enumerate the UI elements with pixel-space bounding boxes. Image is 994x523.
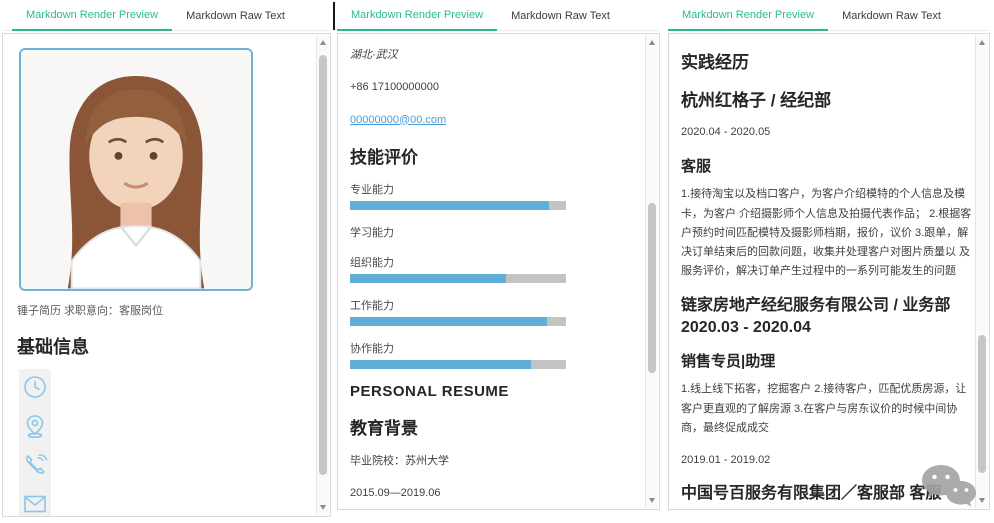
job2-period: 2020.03 - 2020.04 (681, 319, 811, 336)
skill-bar (350, 274, 566, 283)
scrollbar-thumb[interactable] (319, 55, 327, 475)
left-scrollbar[interactable] (316, 35, 329, 515)
practice-title: 实践经历 (681, 48, 972, 73)
skill-bar (350, 201, 566, 210)
middle-content-box: 湖北·武汉 +86 17100000000 00000000@00.com 技能… (337, 33, 660, 510)
basic-info-icon-strip (19, 369, 51, 517)
tab-markdown-raw-text[interactable]: Markdown Raw Text (172, 2, 299, 30)
tab-markdown-raw-text[interactable]: Markdown Raw Text (497, 2, 624, 30)
tab-markdown-render-preview[interactable]: Markdown Render Preview (668, 1, 828, 31)
job3-period: 2019.01 - 2019.02 (681, 451, 972, 470)
skill-bar (350, 360, 566, 369)
job2-role-heading: 销售专员|助理 (681, 350, 972, 371)
job3-company-heading: 中国号百服务有限集团／客服部 客服 (681, 483, 972, 505)
personal-resume-heading: PERSONAL RESUME (350, 383, 642, 400)
skill-row: 专业能力 (350, 181, 642, 210)
right-scrollbar[interactable] (975, 35, 988, 508)
skill-label: 学习能力 (350, 224, 642, 240)
clock-icon (22, 374, 48, 400)
panel-divider (333, 2, 335, 30)
phone-text: +86 17100000000 (350, 78, 642, 97)
job1-company-heading: 杭州红格子 / 经纪部 (681, 86, 972, 111)
basic-info-title: 基础信息 (17, 333, 313, 359)
skill-label: 工作能力 (350, 297, 642, 313)
skill-bar-fill (350, 274, 506, 283)
profile-photo (19, 48, 253, 291)
tab-markdown-raw-text[interactable]: Markdown Raw Text (828, 2, 955, 30)
skill-bar-fill (350, 317, 547, 326)
scroll-up-arrow-icon[interactable] (320, 40, 326, 45)
scrollbar-thumb[interactable] (978, 335, 986, 473)
skill-bar-fill (350, 360, 531, 369)
left-content-box: 锤子简历 求职意向：客服岗位 基础信息 (2, 33, 331, 517)
panel-middle: Markdown Render Preview Markdown Raw Tex… (337, 0, 660, 523)
skill-row: 组织能力 (350, 254, 642, 283)
phone-icon (22, 452, 48, 478)
skill-label: 组织能力 (350, 254, 642, 270)
mail-icon (22, 491, 48, 517)
skill-bar (350, 317, 566, 326)
middle-scrollbar[interactable] (645, 35, 658, 508)
tab-markdown-render-preview[interactable]: Markdown Render Preview (12, 1, 172, 31)
job2-company-heading: 链家房地产经纪服务有限公司 / 业务部 2020.03 - 2020.04 (681, 295, 972, 340)
tab-markdown-render-preview[interactable]: Markdown Render Preview (337, 1, 497, 31)
email-link[interactable]: 00000000@00.com (350, 114, 446, 126)
scroll-down-arrow-icon[interactable] (649, 498, 655, 503)
skill-label: 协作能力 (350, 340, 642, 356)
scroll-down-arrow-icon[interactable] (320, 505, 326, 510)
tabbar-middle: Markdown Render Preview Markdown Raw Tex… (337, 0, 660, 31)
tabbar-right: Markdown Render Preview Markdown Raw Tex… (668, 0, 990, 31)
skill-row: 学习能力 (350, 224, 642, 240)
panel-left: Markdown Render Preview Markdown Raw Tex… (2, 0, 331, 523)
scroll-up-arrow-icon[interactable] (649, 40, 655, 45)
panel-right: Markdown Render Preview Markdown Raw Tex… (668, 0, 990, 523)
location-icon (22, 413, 48, 439)
job1-description: 1.接待淘宝以及档口客户，为客户介绍模特的个人信息及模卡，为客户 介绍摄影师个人… (681, 185, 972, 281)
location-text: 湖北·武汉 (350, 46, 642, 65)
skill-label: 专业能力 (350, 181, 642, 197)
portrait-illustration (21, 50, 251, 289)
resume-caption: 锤子简历 求职意向：客服岗位 (17, 302, 313, 318)
scroll-up-arrow-icon[interactable] (979, 40, 985, 45)
school-text: 毕业院校：苏州大学 (350, 452, 642, 471)
right-content-box: 实践经历 杭州红格子 / 经纪部 2020.04 - 2020.05 客服 1.… (668, 33, 990, 510)
skill-row: 协作能力 (350, 340, 642, 369)
skills-title: 技能评价 (350, 143, 642, 168)
skill-bar-fill (350, 201, 549, 210)
job1-role-heading: 客服 (681, 155, 972, 176)
scrollbar-thumb[interactable] (648, 203, 656, 373)
job1-period: 2020.04 - 2020.05 (681, 123, 972, 142)
job2-company: 链家房地产经纪服务有限公司 / 业务部 (681, 297, 950, 314)
education-title: 教育背景 (350, 414, 642, 439)
job2-description: 1.线上线下拓客，挖掘客户 2.接待客户，匹配优质房源，让客户更直观的了解房源 … (681, 380, 972, 438)
education-period: 2015.09—2019.06 (350, 484, 642, 503)
tabbar-left: Markdown Render Preview Markdown Raw Tex… (2, 0, 331, 31)
skill-row: 工作能力 (350, 297, 642, 326)
scroll-down-arrow-icon[interactable] (979, 498, 985, 503)
